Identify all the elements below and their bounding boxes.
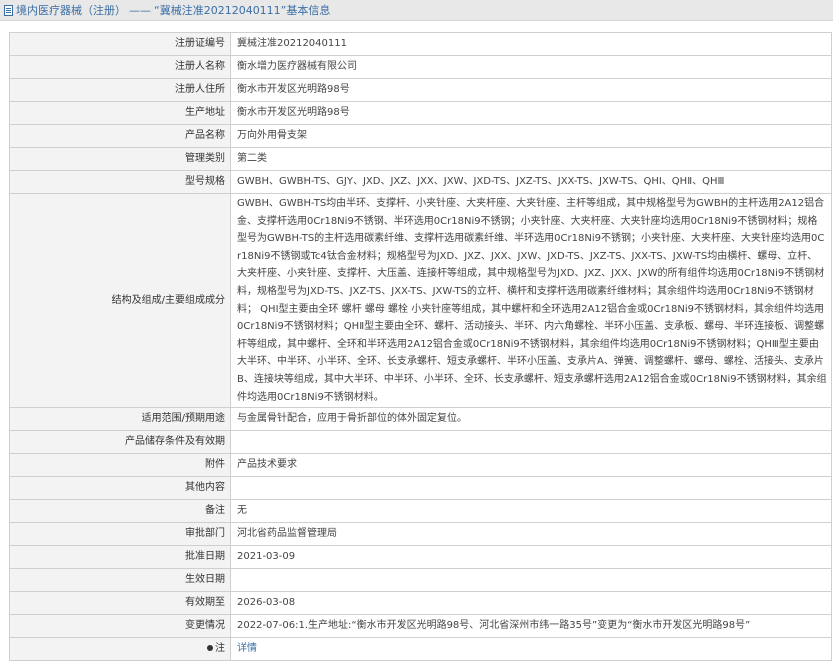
field-label: 备注 (9, 499, 231, 524)
note-label-cell: 注 (9, 637, 231, 662)
field-value: 第二类 (230, 147, 832, 171)
field-value: 万向外用骨支架 (230, 124, 832, 148)
table-row: 注册人住所 衡水市开发区光明路98号 (9, 78, 832, 102)
header-prefix: 境内医疗器械（注册） (16, 3, 126, 17)
field-value: 2026-03-08 (230, 591, 832, 616)
field-value: 2022-07-06:1.生产地址:“衡水市开发区光明路98号、河北省深州市纬一… (230, 614, 832, 639)
field-value: 与金属骨针配合，应用于骨折部位的体外固定复位。 (230, 407, 832, 432)
field-label: 产品储存条件及有效期 (9, 430, 231, 455)
field-value: 无 (230, 499, 832, 524)
table-row: 产品名称 万向外用骨支架 (9, 124, 832, 148)
field-value: 河北省药品监督管理局 (230, 522, 832, 547)
note-label: 注 (215, 643, 225, 655)
table-row: 型号规格 GWBH、GWBH-TS、GJY、JXD、JXZ、JXX、JXW、JX… (9, 170, 832, 194)
table-row: 适用范围/预期用途 与金属骨针配合，应用于骨折部位的体外固定复位。 (9, 407, 832, 432)
field-value: 产品技术要求 (230, 453, 832, 478)
table-row: 有效期至 2026-03-08 (9, 591, 832, 616)
field-value: GWBH、GWBH-TS、GJY、JXD、JXZ、JXX、JXW、JXD-TS、… (230, 170, 832, 194)
table-row: 结构及组成/主要组成成分 GWBH、GWBH-TS均由半环、支撑杆、小夹针座、大… (9, 192, 832, 409)
field-value: 冀械注准20212040111 (230, 32, 832, 56)
table-row: 生效日期 (9, 568, 832, 593)
field-value: 2021-03-09 (230, 545, 832, 570)
field-label: 变更情况 (9, 614, 231, 639)
table-row: 其他内容 (9, 476, 832, 501)
table-row-note: 注 详情 (9, 637, 832, 662)
table-row: 注册证编号 冀械注准20212040111 (9, 32, 832, 56)
field-value: 衡水市开发区光明路98号 (230, 101, 832, 125)
table-row: 产品储存条件及有效期 (9, 430, 832, 455)
field-value: GWBH、GWBH-TS均由半环、支撑杆、小夹针座、大夹杆座、大夹针座、主杆等组… (230, 192, 832, 409)
field-value: 衡水市开发区光明路98号 (230, 78, 832, 102)
field-label: 其他内容 (9, 476, 231, 501)
field-label: 注册人名称 (9, 55, 231, 79)
header-separator: —— (129, 3, 151, 17)
dot-icon (207, 645, 213, 652)
details-link[interactable]: 详情 (237, 643, 257, 654)
table-row: 生产地址 衡水市开发区光明路98号 (9, 101, 832, 125)
field-value (230, 476, 832, 501)
field-label: 结构及组成/主要组成成分 (9, 192, 231, 409)
field-label: 有效期至 (9, 591, 231, 616)
field-value (230, 568, 832, 593)
field-label: 产品名称 (9, 124, 231, 148)
field-label: 附件 (9, 453, 231, 478)
field-value (230, 430, 832, 455)
field-label: 批准日期 (9, 545, 231, 570)
header-title: “冀械注准20212040111”基本信息 (154, 3, 331, 17)
field-label: 注册人住所 (9, 78, 231, 102)
table-row: 批准日期 2021-03-09 (9, 545, 832, 570)
field-label: 适用范围/预期用途 (9, 407, 231, 432)
table-row: 审批部门 河北省药品监督管理局 (9, 522, 832, 547)
note-value-cell: 详情 (230, 637, 832, 662)
field-label: 管理类别 (9, 147, 231, 171)
field-label: 型号规格 (9, 170, 231, 194)
info-table: 注册证编号 冀械注准20212040111 注册人名称 衡水增力医疗器械有限公司… (9, 32, 832, 662)
field-label: 生产地址 (9, 101, 231, 125)
table-row: 管理类别 第二类 (9, 147, 832, 171)
field-label: 审批部门 (9, 522, 231, 547)
field-label: 生效日期 (9, 568, 231, 593)
table-row: 变更情况 2022-07-06:1.生产地址:“衡水市开发区光明路98号、河北省… (9, 614, 832, 639)
document-icon (4, 4, 13, 16)
table-row: 备注 无 (9, 499, 832, 524)
field-value: 衡水增力医疗器械有限公司 (230, 55, 832, 79)
field-label: 注册证编号 (9, 32, 231, 56)
table-row: 附件 产品技术要求 (9, 453, 832, 478)
table-row: 注册人名称 衡水增力医疗器械有限公司 (9, 55, 832, 79)
page-header: 境内医疗器械（注册） —— “冀械注准20212040111”基本信息 (0, 0, 833, 21)
